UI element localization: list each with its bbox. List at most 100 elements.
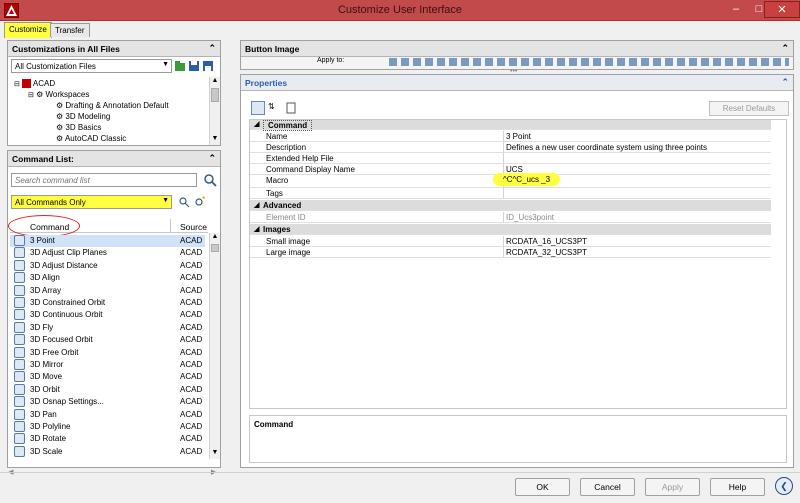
minimize-button[interactable]: –: [725, 1, 747, 18]
command-list-row[interactable]: 3D Focused Orbit ACAD: [10, 334, 205, 346]
save-icon[interactable]: [188, 60, 200, 72]
category-images[interactable]: ◢ Images: [249, 224, 771, 235]
collapse-chevron-icon[interactable]: ⌃: [208, 153, 216, 164]
scroll-thumb[interactable]: [211, 244, 219, 252]
tree-scrollbar[interactable]: ▲ ▼: [209, 77, 220, 145]
find-command-icon[interactable]: [178, 196, 190, 208]
property-value[interactable]: Defines a new user coordinate system usi…: [506, 143, 707, 152]
property-row-large-image[interactable]: Large image RCDATA_32_UCS3PT: [249, 247, 771, 258]
command-list-row[interactable]: 3D Move ACAD: [10, 371, 205, 383]
command-list-row[interactable]: 3D Scale ACAD: [10, 445, 205, 458]
category-label: Command: [263, 120, 313, 131]
property-row-help-file[interactable]: Extended Help File: [249, 153, 771, 164]
button-image-toolbar: Apply to:: [243, 57, 791, 67]
category-command[interactable]: ◢ Command: [249, 119, 771, 131]
command-list-row[interactable]: 3 Point ACAD: [10, 235, 205, 247]
scroll-up-icon[interactable]: ▲: [210, 233, 220, 243]
command-list-scrollbar[interactable]: ▲ ▼: [209, 233, 220, 459]
customizations-panel: Customizations in All Files ⌃ All Custom…: [7, 40, 221, 146]
command-name: 3D Constrained Orbit: [30, 298, 106, 307]
scroll-down-icon[interactable]: ▼: [210, 449, 220, 459]
tab-customize[interactable]: Customize: [4, 22, 52, 38]
tab-transfer[interactable]: Transfer: [50, 23, 90, 37]
tree-node-3d-modeling[interactable]: ⚙ 3D Modeling: [56, 112, 110, 123]
collapse-triangle-icon[interactable]: ◢: [254, 120, 259, 128]
reset-defaults-button[interactable]: Reset Defaults: [709, 101, 789, 116]
tree-node-workspaces[interactable]: ⊟ ⚙ Workspaces: [28, 90, 89, 101]
property-row-tags[interactable]: Tags: [249, 188, 771, 199]
property-row-element-id[interactable]: Element ID ID_Ucs3point: [249, 212, 771, 223]
customizations-heading: Customizations in All Files ⌃: [8, 41, 220, 57]
command-icon: [14, 259, 25, 271]
save-as-icon[interactable]: [202, 60, 214, 72]
tree-node-drafting[interactable]: ⚙ Drafting & Annotation Default: [56, 101, 169, 112]
command-list-row[interactable]: 3D Orbit ACAD: [10, 383, 205, 396]
collapse-panes-icon[interactable]: ❮: [775, 477, 793, 495]
close-button[interactable]: ✕: [764, 1, 800, 18]
category-advanced[interactable]: ◢ Advanced: [249, 200, 771, 211]
scroll-thumb[interactable]: [211, 88, 219, 102]
tree-node-acad[interactable]: ⊟ ACAD: [14, 79, 55, 90]
scroll-down-icon[interactable]: ▼: [210, 135, 220, 145]
search-icon[interactable]: [203, 173, 217, 187]
categorized-view-icon[interactable]: [251, 101, 265, 115]
command-source: ACAD: [180, 310, 203, 320]
customization-file-combo[interactable]: All Customization Files ▼: [11, 59, 172, 73]
command-list: 3 Point ACAD 3D Adjust Clip Planes ACAD 3D A…: [10, 235, 208, 459]
command-list-row[interactable]: 3D Continuous Orbit ACAD: [10, 309, 205, 321]
command-filter-combo[interactable]: All Commands Only ▼: [11, 195, 172, 209]
command-list-row[interactable]: 3D Polyline ACAD: [10, 421, 205, 433]
command-list-row[interactable]: 3D Adjust Distance ACAD: [10, 259, 205, 272]
command-icon: [14, 359, 25, 370]
collapse-chevron-icon[interactable]: ⌃: [781, 43, 789, 54]
tree-node-3d-basics[interactable]: ⚙ 3D Basics: [56, 123, 101, 134]
collapse-triangle-icon[interactable]: ◢: [254, 201, 259, 209]
tree-node-autocad-classic[interactable]: ⚙ AutoCAD Classic: [56, 134, 126, 145]
tree-label: 3D Basics: [65, 123, 102, 132]
new-command-icon[interactable]: [194, 196, 206, 208]
command-list-row[interactable]: 3D Pan ACAD: [10, 408, 205, 421]
collapse-chevron-icon[interactable]: ⌃: [208, 43, 216, 54]
property-value[interactable]: 3 Point: [506, 132, 531, 141]
command-icon: [14, 284, 25, 296]
command-list-row[interactable]: 3D Align ACAD: [10, 272, 205, 284]
source-column-header[interactable]: Source: [180, 222, 207, 232]
command-list-row[interactable]: 3D Mirror ACAD: [10, 359, 205, 371]
command-list-row[interactable]: 3D Adjust Clip Planes ACAD: [10, 247, 205, 259]
property-value[interactable]: RCDATA_32_UCS3PT: [506, 248, 587, 257]
search-command-input[interactable]: [11, 173, 197, 187]
property-row-name[interactable]: Name 3 Point: [249, 131, 771, 142]
command-source: ACAD: [180, 397, 203, 407]
macro-value[interactable]: ^C^C_ucs _3: [493, 173, 561, 186]
property-row-description[interactable]: Description Defines a new user coordinate…: [249, 142, 771, 153]
help-button[interactable]: Help: [710, 478, 765, 496]
collapse-chevron-icon[interactable]: ⌃: [781, 77, 789, 88]
customization-file-value: All Customization Files: [15, 62, 96, 71]
apply-to-label: Apply to:: [317, 57, 345, 64]
property-value: ID_Ucs3point: [506, 213, 555, 222]
command-list-row[interactable]: 3D Fly ACAD: [10, 321, 205, 334]
command-list-row[interactable]: 3D Array ACAD: [10, 284, 205, 297]
property-row-macro[interactable]: Macro ^C^C_ucs _3: [249, 173, 771, 188]
open-file-icon[interactable]: [174, 60, 186, 72]
property-pages-icon[interactable]: [285, 102, 297, 114]
ok-button[interactable]: OK: [515, 478, 570, 496]
column-divider[interactable]: [170, 219, 171, 232]
property-row-small-image[interactable]: Small image RCDATA_16_UCS3PT: [249, 236, 771, 247]
button-image-icons-strip[interactable]: [389, 58, 789, 66]
red-annotation-circle: [8, 215, 80, 237]
property-value[interactable]: RCDATA_16_UCS3PT: [506, 237, 587, 246]
cancel-button[interactable]: Cancel: [580, 478, 635, 496]
command-list-row[interactable]: 3D Free Orbit ACAD: [10, 346, 205, 359]
scroll-up-icon[interactable]: ▲: [210, 77, 220, 87]
apply-button[interactable]: Apply: [645, 478, 700, 496]
help-pane: Command: [249, 415, 787, 463]
command-list-row[interactable]: 3D Rotate ACAD: [10, 433, 205, 445]
command-name: 3D Osnap Settings...: [30, 397, 104, 407]
command-list-row[interactable]: 3D Osnap Settings... ACAD: [10, 396, 205, 408]
command-icon: [14, 247, 25, 259]
sort-alphabetical-icon[interactable]: ⇅: [268, 102, 280, 114]
command-list-row[interactable]: 3D Constrained Orbit ACAD: [10, 297, 205, 309]
collapse-triangle-icon[interactable]: ◢: [254, 225, 259, 233]
customizations-heading-text: Customizations in All Files: [12, 44, 120, 54]
